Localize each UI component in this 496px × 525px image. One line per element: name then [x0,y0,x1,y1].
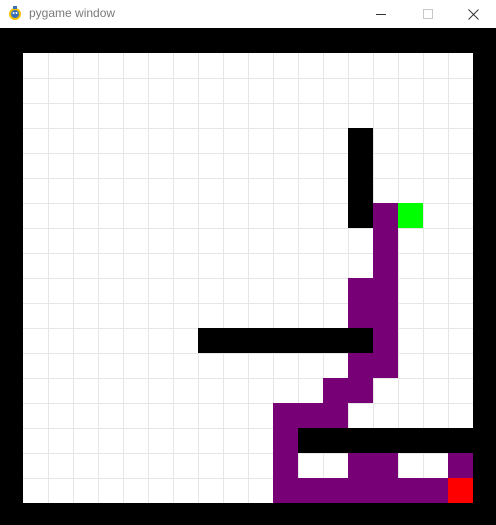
minimize-button[interactable] [358,0,404,28]
path-cell [373,353,398,378]
title-bar[interactable]: pygame window [0,0,496,28]
wall-cell [348,178,373,203]
path-cell [348,378,373,403]
path-cell [348,453,373,478]
path-cell [423,478,448,503]
wall-cell [298,328,323,353]
wall-cell [348,203,373,228]
wall-cell [323,328,348,353]
path-cell [273,478,298,503]
wall-cell [348,428,373,453]
path-cell [348,478,373,503]
path-cell [373,453,398,478]
path-cell [323,403,348,428]
close-icon [467,8,479,20]
wall-cell [348,153,373,178]
path-cell [323,478,348,503]
wall-cell [298,428,323,453]
path-cell [373,478,398,503]
path-cell [298,403,323,428]
path-cell [273,428,298,453]
wall-cell [273,328,298,353]
maximize-icon [423,9,433,19]
path-cell [273,403,298,428]
game-canvas[interactable] [0,28,496,525]
pygame-window: pygame window [0,0,496,525]
start-cell [398,203,423,228]
goal-cell [448,478,473,503]
wall-cell [348,128,373,153]
wall-cell [448,428,473,453]
path-cell [373,203,398,228]
wall-cell [398,428,423,453]
maximize-button[interactable] [405,0,451,28]
path-cell [348,278,373,303]
path-cell [348,353,373,378]
path-cell [323,378,348,403]
wall-cell [373,428,398,453]
wall-cell [248,328,273,353]
wall-cell [348,328,373,353]
path-cell [398,478,423,503]
path-cell [348,303,373,328]
path-cell [373,328,398,353]
path-cell [373,253,398,278]
path-cell [373,228,398,253]
wall-cell [323,428,348,453]
minimize-icon [376,14,386,15]
path-cell [373,278,398,303]
path-cell [298,478,323,503]
wall-cell [423,428,448,453]
maze-board[interactable] [0,28,496,525]
close-button[interactable] [450,0,496,28]
path-cell [273,453,298,478]
path-cell [448,453,473,478]
wall-cell [223,328,248,353]
window-title: pygame window [29,6,116,20]
pygame-snake-icon [9,6,21,20]
path-cell [373,303,398,328]
wall-cell [198,328,223,353]
